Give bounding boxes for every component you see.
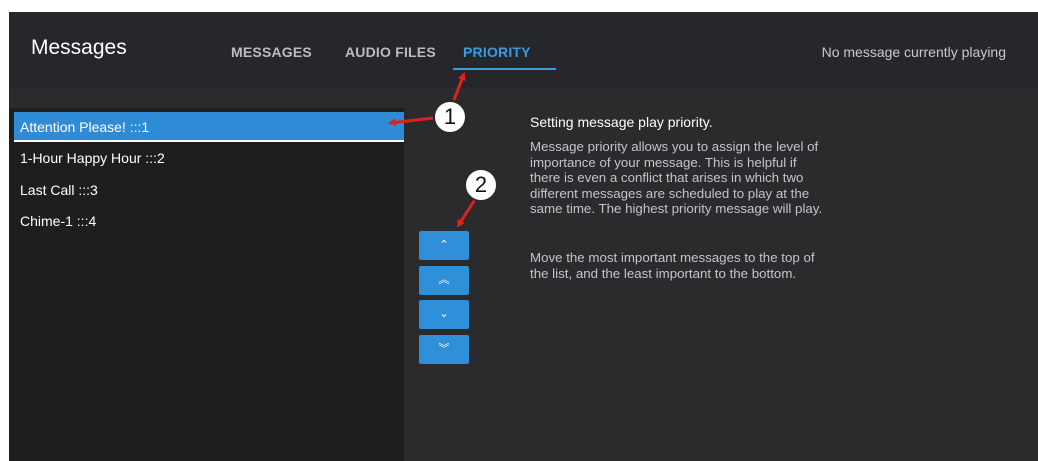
move-down-button[interactable]: ⌄ bbox=[419, 300, 469, 329]
list-item[interactable]: Attention Please! :::1 bbox=[14, 112, 404, 142]
double-chevron-down-icon: ︾ bbox=[438, 343, 450, 355]
now-playing-status: No message currently playing bbox=[821, 44, 1006, 60]
callout-2: 2 bbox=[464, 168, 498, 202]
list-item[interactable]: Last Call :::3 bbox=[14, 175, 404, 205]
help-paragraph: Message priority allows you to assign th… bbox=[530, 139, 823, 216]
list-item[interactable]: 1-Hour Happy Hour :::2 bbox=[14, 143, 404, 173]
list-item[interactable]: Chime-1 :::4 bbox=[14, 206, 404, 236]
double-chevron-up-icon: ︽ bbox=[438, 274, 450, 286]
move-to-bottom-button[interactable]: ︾ bbox=[419, 335, 469, 364]
tab-priority[interactable]: PRIORITY bbox=[463, 44, 531, 60]
chevron-down-icon: ⌄ bbox=[439, 308, 449, 320]
active-tab-indicator bbox=[453, 68, 556, 70]
move-up-button[interactable]: ⌃ bbox=[419, 231, 469, 260]
message-priority-list: Attention Please! :::1 1-Hour Happy Hour… bbox=[9, 108, 404, 461]
move-to-top-button[interactable]: ︽ bbox=[419, 266, 469, 295]
tab-messages[interactable]: MESSAGES bbox=[231, 44, 312, 60]
priority-screen: Messages MESSAGES AUDIO FILES PRIORITY N… bbox=[9, 12, 1038, 461]
callout-1: 1 bbox=[433, 100, 467, 134]
help-title: Setting message play priority. bbox=[530, 114, 713, 130]
help-paragraph: Move the most important messages to the … bbox=[530, 250, 815, 281]
app-header: Messages MESSAGES AUDIO FILES PRIORITY N… bbox=[9, 12, 1038, 88]
chevron-up-icon: ⌃ bbox=[439, 239, 449, 251]
tab-audio-files[interactable]: AUDIO FILES bbox=[345, 44, 436, 60]
page-title: Messages bbox=[31, 36, 127, 59]
